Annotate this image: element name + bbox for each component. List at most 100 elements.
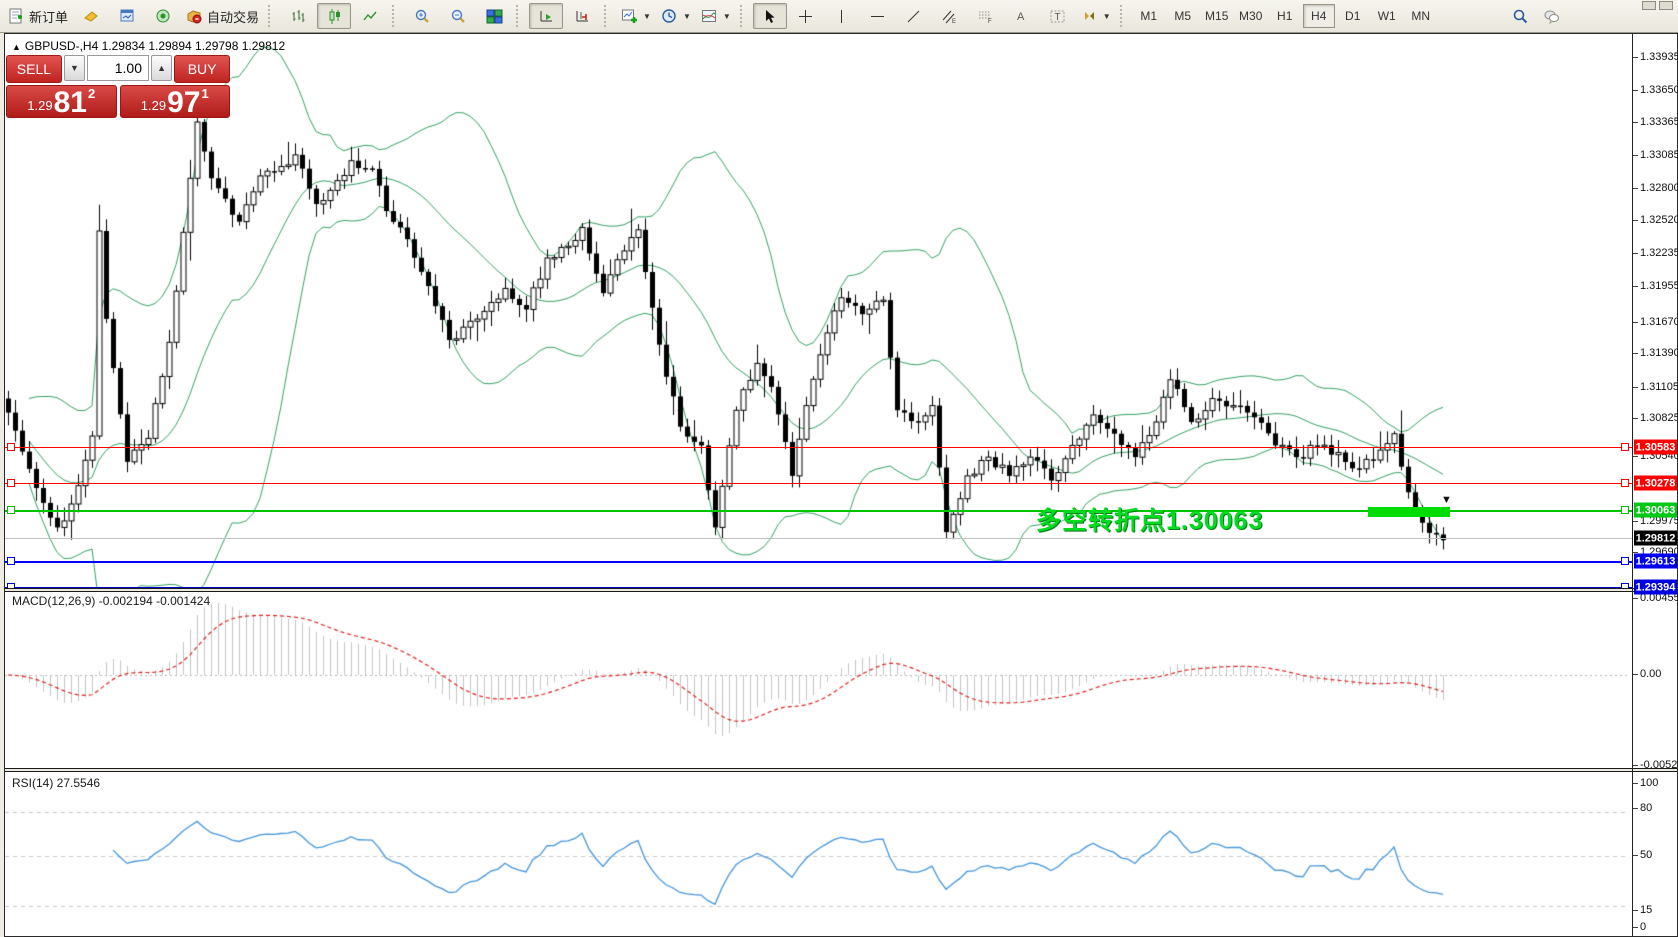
tile-windows-button[interactable] [477, 3, 511, 29]
main-chart-canvas[interactable] [5, 34, 1632, 588]
vertical-line-tool-button[interactable] [825, 3, 859, 29]
new-chart-icon [621, 8, 638, 25]
fibonacci-icon: F [977, 8, 994, 25]
auto-trading-button[interactable]: 自动交易 [182, 3, 263, 29]
navigator-button[interactable] [146, 3, 180, 29]
line-handle[interactable] [7, 557, 15, 565]
crosshair-tool-button[interactable] [789, 3, 823, 29]
bar-chart-icon [290, 8, 307, 25]
bar-chart-button[interactable] [281, 3, 315, 29]
mdi-restore-box[interactable] [1642, 1, 1656, 10]
line-handle[interactable] [1621, 506, 1629, 514]
sell-button[interactable]: SELL [6, 55, 62, 83]
price-tick-label: 1.32235 [1640, 247, 1678, 259]
buy-button[interactable]: BUY [174, 55, 230, 83]
zoom-in-icon [414, 8, 431, 25]
line-handle[interactable] [7, 479, 15, 487]
chart-shift-icon [574, 8, 591, 25]
line-handle[interactable] [7, 443, 15, 451]
candlestick-chart-icon [326, 8, 343, 25]
turning-point-annotation[interactable]: 多空转折点1.30063 [1036, 501, 1263, 537]
trendline-tool-button[interactable] [897, 3, 931, 29]
indicators-icon [701, 8, 718, 25]
green-highlight-bar[interactable] [1368, 507, 1450, 517]
toolbar-grip [604, 5, 612, 27]
periods-button[interactable]: ▼ [657, 3, 695, 29]
timeframe-button-m15[interactable]: M15 [1201, 4, 1233, 28]
timeframe-button-h1[interactable]: H1 [1269, 4, 1301, 28]
main-macd-separator[interactable] [5, 588, 1677, 592]
volume-increase-button[interactable]: ▲ [151, 55, 172, 81]
volume-decrease-button[interactable]: ▼ [64, 55, 85, 81]
timeframe-button-h4[interactable]: H4 [1303, 4, 1335, 28]
volume-input[interactable] [87, 55, 149, 81]
new-chart-button[interactable]: ▼ [617, 3, 655, 29]
rsi-panel-canvas[interactable] [5, 772, 1632, 936]
dropdown-caret: ▼ [643, 12, 651, 21]
horizontal-line-object-1.30278[interactable] [5, 483, 1632, 484]
price-badge-1.30063: 1.30063 [1634, 503, 1677, 518]
zoom-out-button[interactable] [441, 3, 475, 29]
horizontal-line-object-1.29613[interactable] [5, 561, 1632, 563]
price-tick-label: 1.30825 [1640, 412, 1678, 424]
sell-price-small: 1.29 [27, 98, 52, 113]
bid-price-line [5, 538, 1632, 539]
auto-trading-label: 自动交易 [207, 7, 259, 26]
text-tool-button[interactable]: A [1005, 3, 1039, 29]
market-watch-icon [119, 8, 136, 25]
macd-rsi-separator[interactable] [5, 768, 1677, 772]
chart-profiles-button[interactable] [74, 3, 108, 29]
equidistant-channel-tool-button[interactable]: E [933, 3, 967, 29]
timeframe-button-d1[interactable]: D1 [1337, 4, 1369, 28]
price-badge-1.29613: 1.29613 [1634, 554, 1677, 569]
cursor-tool-button[interactable] [753, 3, 787, 29]
timeframe-button-w1[interactable]: W1 [1371, 4, 1403, 28]
new-order-button[interactable]: 新订单 [4, 3, 72, 29]
price-tick-label: 1.31955 [1640, 280, 1678, 292]
price-axis-border [1632, 34, 1633, 936]
timeframe-button-mn[interactable]: MN [1405, 4, 1437, 28]
candlestick-chart-button[interactable] [317, 3, 351, 29]
toolbar-grip [268, 5, 276, 27]
line-handle[interactable] [1621, 443, 1629, 451]
text-label-tool-button[interactable]: T [1041, 3, 1075, 29]
auto-trading-icon [186, 8, 203, 25]
sell-price-display[interactable]: 1.29 81 2 [6, 85, 117, 118]
price-badge-1.29394: 1.29394 [1634, 580, 1677, 595]
line-chart-button[interactable] [353, 3, 387, 29]
fibonacci-tool-button[interactable]: F [969, 3, 1003, 29]
price-tick-label: 1.33365 [1640, 116, 1678, 128]
price-tick-label: 1.32520 [1640, 214, 1678, 226]
text-icon: A [1013, 8, 1030, 25]
line-handle[interactable] [1621, 557, 1629, 565]
timeframe-button-m30[interactable]: M30 [1235, 4, 1267, 28]
mdi-close-box[interactable] [1659, 1, 1673, 10]
horizontal-line-object-1.30583[interactable] [5, 447, 1632, 448]
chart-profiles-icon [83, 8, 100, 25]
macd-panel-canvas[interactable] [5, 592, 1632, 768]
horizontal-line-tool-button[interactable] [861, 3, 895, 29]
auto-scroll-icon [538, 8, 555, 25]
symbol-collapse-arrow-icon[interactable]: ▲ [12, 42, 21, 52]
svg-text:A: A [1017, 11, 1025, 23]
timeframe-button-m1[interactable]: M1 [1133, 4, 1165, 28]
auto-scroll-button[interactable] [529, 3, 563, 29]
line-handle[interactable] [1621, 479, 1629, 487]
timeframe-button-m5[interactable]: M5 [1167, 4, 1199, 28]
buy-price-big: 97 [167, 90, 200, 116]
rsi-axis-label: 0 [1640, 921, 1646, 933]
sell-price-big: 81 [54, 90, 87, 116]
zoom-in-button[interactable] [405, 3, 439, 29]
sell-price-sup: 2 [88, 86, 95, 101]
arrows-tool-button[interactable]: ▼ [1077, 3, 1115, 29]
dropdown-caret: ▼ [1103, 12, 1111, 21]
svg-text:F: F [988, 19, 992, 25]
market-watch-button[interactable] [110, 3, 144, 29]
navigator-icon [155, 8, 172, 25]
line-handle[interactable] [7, 506, 15, 514]
indicators-button[interactable]: ▼ [697, 3, 735, 29]
chat-icon[interactable] [1543, 8, 1560, 25]
buy-price-display[interactable]: 1.29 97 1 [120, 85, 231, 118]
search-icon[interactable] [1512, 8, 1529, 25]
chart-shift-button[interactable] [565, 3, 599, 29]
